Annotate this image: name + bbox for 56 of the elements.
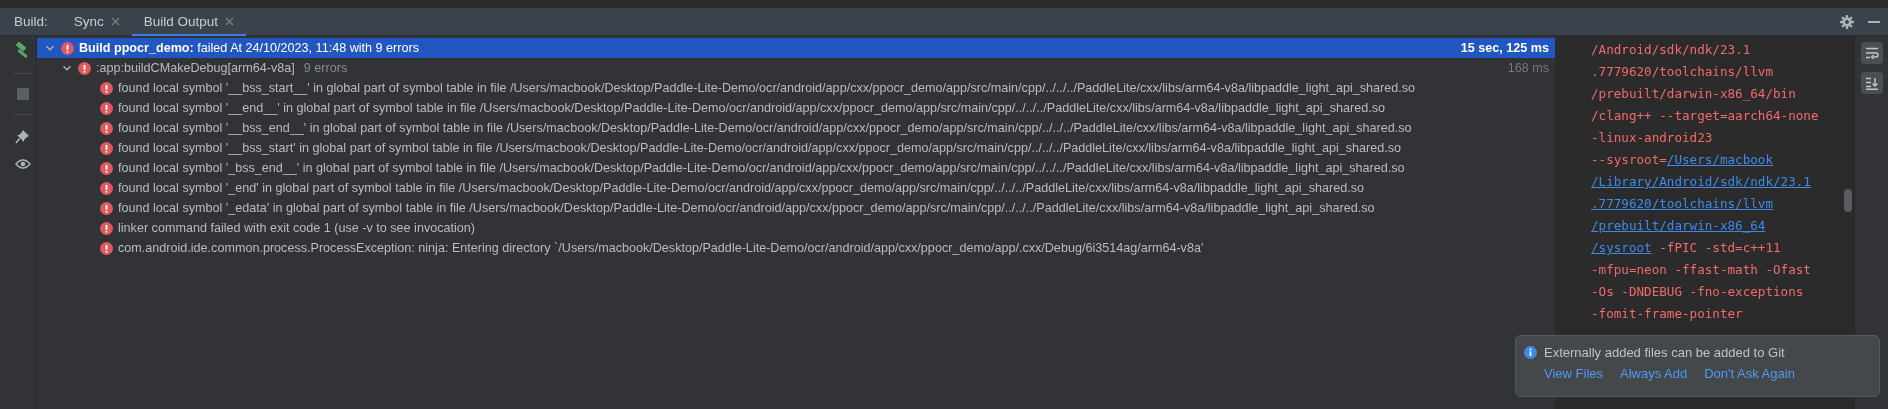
path-link[interactable]: /sysroot — [1591, 240, 1652, 255]
error-icon — [61, 41, 74, 55]
console-text: /prebuilt/darwin-x86_64/bin — [1591, 86, 1796, 101]
build-result-row[interactable]: Build ppocr_demo: failed At 24/10/2023, 11:48 with 9 errors 15 sec, 125 ms — [37, 38, 1555, 58]
error-message[interactable]: found local symbol '_bss_end__' in global part of symbol table in file /Users/macbook/Desktop/Paddle-Lite-Demo/ocr/android/app/cxx/ppocr_demo/app/src/main/cpp/../../../PaddleLite/cxx/libs/arm64-v8a/libpaddle_light_api_shared.so — [118, 161, 1405, 175]
console-text: /clang++ --target=aarch64-none — [1591, 108, 1819, 123]
path-link[interactable]: /prebuilt/darwin-x86_64 — [1591, 218, 1766, 233]
console-text: -linux-android23 — [1591, 130, 1713, 145]
chevron-icon[interactable] — [62, 63, 72, 73]
chevron-icon[interactable] — [45, 43, 55, 53]
path-link[interactable]: /Library/Android/sdk/ndk/23.1 — [1591, 174, 1811, 189]
console-text: -mfpu=neon -ffast-math -Ofast — [1591, 262, 1811, 277]
error-message[interactable]: com.android.ide.common.process.ProcessException: ninja: Entering directory `/Users/macbook/Desktop/Paddle-Lite-Demo/ocr/android/app/cxx/ppocr_demo/app/.cxx/Debug/6i3514ag/arm64-v8a' — [118, 241, 1204, 255]
build-duration: 15 sec, 125 ms — [1460, 41, 1549, 55]
error-message[interactable]: found local symbol '__bss_start__' in global part of symbol table in file /Users/macbook/Desktop/Paddle-Lite-Demo/ocr/android/app/cxx/ppocr_demo/app/src/main/cpp/../../../PaddleLite/cxx/libs/arm64-v8a/libpaddle_light_api_shared.so — [118, 81, 1416, 95]
error-message[interactable]: found local symbol '_edata' in global part of symbol table in file /Users/macbook/Desktop/Paddle-Lite-Demo/ocr/android/app/cxx/ppocr_demo/app/src/main/cpp/../../../PaddleLite/cxx/libs/arm64-v8a/libpaddle_light_api_shared.so — [118, 201, 1375, 215]
error-icon — [100, 161, 113, 175]
error-icon — [100, 101, 113, 115]
task-label: :app:buildCMakeDebug[arm64-v8a] — [96, 61, 295, 75]
soft-wrap-icon[interactable] — [1860, 42, 1883, 64]
console-text: .7779620/toolchains/llvm — [1591, 64, 1773, 79]
info-icon — [1524, 346, 1537, 359]
error-icon — [100, 241, 113, 255]
error-message[interactable]: linker command failed with exit code 1 (use -v to see invocation) — [118, 221, 475, 235]
scroll-to-end-icon[interactable] — [1860, 72, 1883, 94]
build-status-text: Build ppocr_demo: failed At 24/10/2023, 11:48 with 9 errors — [79, 41, 419, 55]
task-duration: 168 ms — [1507, 61, 1549, 75]
close-icon[interactable] — [110, 16, 120, 26]
console-text: --sysroot= — [1591, 152, 1667, 167]
pin-icon[interactable] — [15, 129, 30, 144]
error-message[interactable]: found local symbol '__bss_end__' in global part of symbol table in file /Users/macbook/Desktop/Paddle-Lite-Demo/ocr/android/app/cxx/ppocr_demo/app/src/main/cpp/../../../PaddleLite/cxx/libs/arm64-v8a/libpaddle_light_api_shared.so — [118, 121, 1412, 135]
error-icon — [100, 121, 113, 135]
eye-icon[interactable] — [14, 158, 31, 170]
minimize-icon[interactable] — [1868, 20, 1880, 23]
console-text: -Os -DNDEBUG -fno-exceptions — [1591, 284, 1804, 299]
settings-icon[interactable] — [1840, 14, 1854, 29]
notification-message: Externally added files can be added to Git — [1544, 345, 1785, 360]
close-icon[interactable] — [225, 16, 235, 26]
path-link[interactable]: /Users/macbook — [1666, 152, 1773, 167]
error-icon — [100, 141, 113, 155]
tab[interactable]: Sync — [61, 8, 132, 36]
error-message[interactable]: found local symbol '_end' in global part of symbol table in file /Users/macbook/Desktop/Paddle-Lite-Demo/ocr/android/app/cxx/ppocr_demo/app/src/main/cpp/../../../PaddleLite/cxx/libs/arm64-v8a/libpaddle_light_api_shared.so — [118, 181, 1364, 195]
error-icon — [100, 81, 113, 95]
error-icon — [100, 201, 113, 215]
error-icon — [78, 61, 91, 75]
error-icon — [100, 181, 113, 195]
error-count: 9 errors — [303, 61, 348, 75]
path-link[interactable]: .7779620/toolchains/llvm — [1591, 196, 1773, 211]
console-text: -fPIC -std=c++11 — [1658, 240, 1781, 255]
error-icon — [100, 221, 113, 235]
error-message[interactable]: found local symbol '__bss_start' in global part of symbol table in file /Users/macbook/Desktop/Paddle-Lite-Demo/ocr/android/app/cxx/ppocr_demo/app/src/main/cpp/../../../PaddleLite/cxx/libs/arm64-v8a/libpaddle_light_api_shared.so — [118, 141, 1402, 155]
console-text: -fomit-frame-pointer — [1591, 306, 1743, 321]
console-text: /Android/sdk/ndk/23.1 — [1591, 42, 1751, 57]
error-message[interactable]: found local symbol '__end__' in global part of symbol table in file /Users/macbook/Desktop/Paddle-Lite-Demo/ocr/android/app/cxx/ppocr_demo/app/src/main/cpp/../../../PaddleLite/cxx/libs/arm64-v8a/libpaddle_light_api_shared.so — [118, 101, 1385, 115]
tool-window-title: Build: — [13, 13, 49, 31]
scrollbar-thumb[interactable] — [1844, 189, 1852, 212]
